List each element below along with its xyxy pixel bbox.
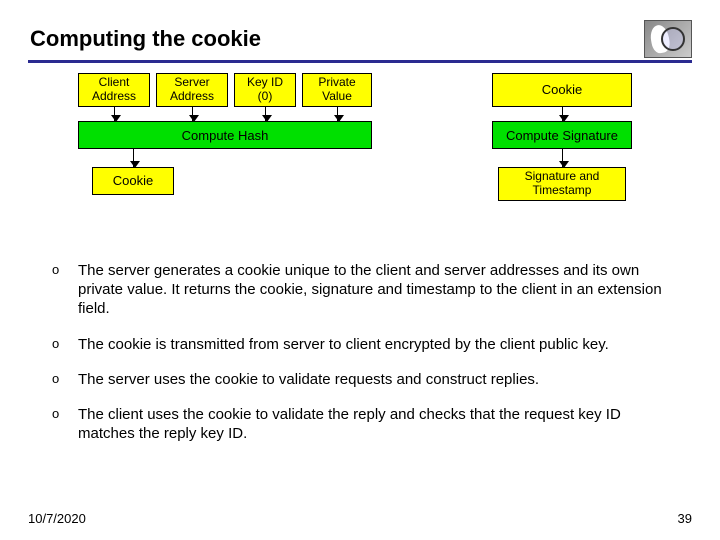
page-title: Computing the cookie [28,26,644,52]
box-compute-signature: Compute Signature [492,121,632,149]
flow-diagram: Client Address Server Address Key ID (0)… [78,73,662,243]
arrow-down-icon [265,107,266,121]
header: Computing the cookie [28,20,692,63]
arrow-down-icon [337,107,338,121]
arrow-down-icon [562,107,563,121]
box-client-address: Client Address [78,73,150,107]
arrow-down-icon [114,107,115,121]
box-server-address: Server Address [156,73,228,107]
footer: 10/7/2020 39 [28,511,692,526]
list-item: The client uses the cookie to validate t… [52,405,680,443]
box-cookie-input: Cookie [492,73,632,107]
box-compute-hash: Compute Hash [78,121,372,149]
rabbit-clock-icon [644,20,692,58]
footer-page: 39 [678,511,692,526]
list-item: The server uses the cookie to validate r… [52,370,680,389]
bullet-list: The server generates a cookie unique to … [52,261,680,443]
arrow-down-icon [562,149,563,167]
box-key-id: Key ID (0) [234,73,296,107]
box-private-value: Private Value [302,73,372,107]
arrow-down-icon [133,149,134,167]
list-item: The cookie is transmitted from server to… [52,335,680,354]
box-signature-timestamp: Signature and Timestamp [498,167,626,201]
arrow-down-icon [192,107,193,121]
footer-date: 10/7/2020 [28,511,86,526]
list-item: The server generates a cookie unique to … [52,261,680,319]
box-cookie-output: Cookie [92,167,174,195]
